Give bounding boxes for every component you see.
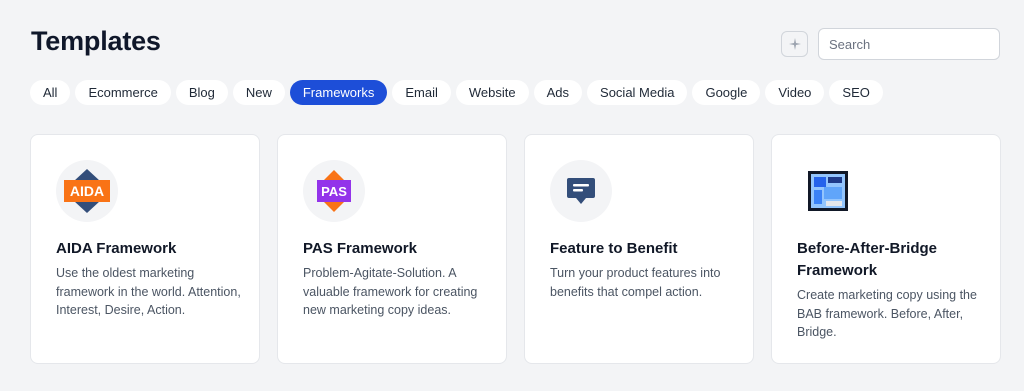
template-card-pas[interactable]: PAS PAS Framework Problem-Agitate-Soluti… xyxy=(277,134,507,364)
magic-button[interactable] xyxy=(781,31,808,57)
template-cards: AIDA AIDA Framework Use the oldest marke… xyxy=(30,134,1001,364)
card-icon-circle xyxy=(550,160,612,222)
filter-chip-new[interactable]: New xyxy=(232,80,285,105)
filter-chip-all[interactable]: All xyxy=(30,80,71,105)
search-input[interactable] xyxy=(818,28,1000,60)
template-card-feature-to-benefit[interactable]: Feature to Benefit Turn your product fea… xyxy=(524,134,754,364)
filter-chip-social-media[interactable]: Social Media xyxy=(587,80,688,105)
pas-badge-icon: PAS xyxy=(317,170,351,212)
card-icon-circle: AIDA xyxy=(56,160,118,222)
message-icon xyxy=(567,178,595,204)
card-title: AIDA Framework xyxy=(56,240,177,257)
filter-chip-email[interactable]: Email xyxy=(392,80,451,105)
filter-chip-seo[interactable]: SEO xyxy=(829,80,883,105)
card-title: PAS Framework xyxy=(303,240,417,257)
filter-chip-blog[interactable]: Blog xyxy=(175,80,228,105)
page-title: Templates xyxy=(31,26,161,56)
filter-chip-ecommerce[interactable]: Ecommerce xyxy=(75,80,171,105)
aida-badge-text: AIDA xyxy=(70,183,104,199)
card-title: Before-After-Bridge Framework xyxy=(797,240,938,279)
aida-badge-icon: AIDA xyxy=(64,169,110,213)
filter-chip-website[interactable]: Website xyxy=(455,80,529,105)
filter-chip-ads[interactable]: Ads xyxy=(533,80,583,105)
card-description: Use the oldest marketing framework in th… xyxy=(56,266,241,317)
filter-chip-frameworks[interactable]: Frameworks xyxy=(289,80,388,105)
filter-chip-google[interactable]: Google xyxy=(692,80,761,105)
filter-bar: All Ecommerce Blog New Frameworks Email … xyxy=(30,80,883,105)
filter-chip-video[interactable]: Video xyxy=(765,80,825,105)
card-description: Turn your product features into benefits… xyxy=(550,266,721,299)
card-title: Feature to Benefit xyxy=(550,240,678,257)
pas-badge-text: PAS xyxy=(321,184,347,199)
window-collage-icon xyxy=(808,171,848,211)
template-card-aida[interactable]: AIDA AIDA Framework Use the oldest marke… xyxy=(30,134,260,364)
card-description: Problem-Agitate-Solution. A valuable fra… xyxy=(303,266,478,317)
template-card-bab[interactable]: Before-After-Bridge Framework Create mar… xyxy=(771,134,1001,364)
card-icon-circle: PAS xyxy=(303,160,365,222)
card-description: Create marketing copy using the BAB fram… xyxy=(797,288,977,339)
card-icon-plain xyxy=(797,160,859,222)
sparkle-icon xyxy=(788,38,801,50)
